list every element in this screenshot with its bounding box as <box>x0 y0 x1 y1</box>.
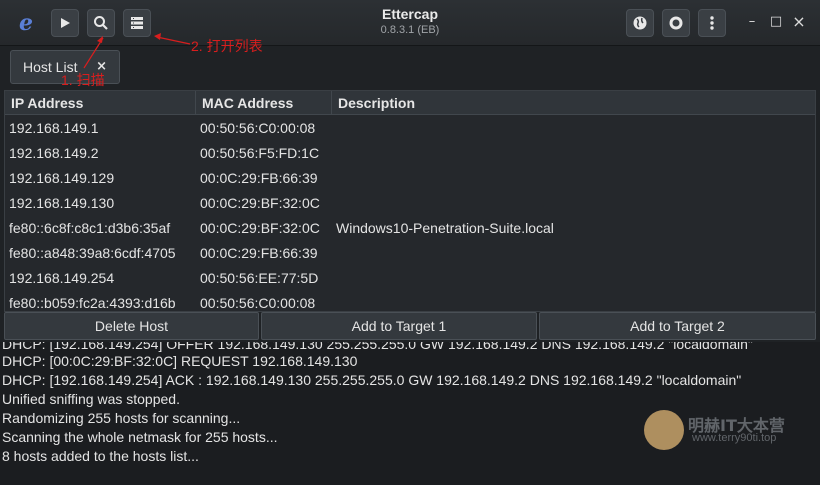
add-to-target-1-button[interactable]: Add to Target 1 <box>261 312 537 340</box>
column-ip-address[interactable]: IP Address <box>5 91 196 115</box>
table-row[interactable]: fe80::6c8f:c8c1:d3b6:35af 00:0C:29:BF:32… <box>5 216 815 241</box>
table-row[interactable]: 192.168.149.130 00:0C:29:BF:32:0C <box>5 191 815 216</box>
host-list-icon <box>131 17 143 29</box>
table-row[interactable]: 192.168.149.2 00:50:56:F5:FD:1C <box>5 141 815 166</box>
add-to-target-2-button[interactable]: Add to Target 2 <box>539 312 816 340</box>
window-version: 0.8.3.1 (EB) <box>380 24 440 36</box>
cell-mac: 00:0C:29:FB:66:39 <box>200 245 318 261</box>
cell-ip: 192.168.149.130 <box>9 195 115 211</box>
column-description[interactable]: Description <box>332 91 815 115</box>
scan-hosts-button[interactable] <box>87 9 115 37</box>
cell-description <box>332 141 815 166</box>
cell-ip: 192.168.149.2 <box>9 145 99 161</box>
doge-logo-icon <box>644 410 684 450</box>
delete-host-button[interactable]: Delete Host <box>4 312 259 340</box>
cell-ip: 192.168.149.254 <box>9 270 115 286</box>
mitm-menu-button[interactable] <box>626 9 654 37</box>
cell-description <box>332 266 815 291</box>
log-line: DHCP: [00:0C:29:BF:32:0C] REQUEST 192.16… <box>2 353 358 369</box>
log-line: Randomizing 255 hosts for scanning... <box>2 410 241 426</box>
cell-mac: 00:50:56:C0:00:08 <box>200 120 316 136</box>
log-line: Scanning the whole netmask for 255 hosts… <box>2 429 278 445</box>
play-icon <box>61 18 70 28</box>
table-row[interactable]: 192.168.149.129 00:0C:29:FB:66:39 <box>5 166 815 191</box>
annotation-scan: 1. 扫描 <box>61 72 105 88</box>
cell-description: Windows10-Penetration-Suite.local <box>336 220 554 236</box>
host-list-button[interactable] <box>123 9 151 37</box>
cell-mac: 00:0C:29:BF:32:0C <box>200 195 320 211</box>
watermark: 明赫IT大本营 www.terry90ti.top <box>644 410 814 450</box>
cell-ip: fe80::b059:fc2a:4393:d16b <box>9 295 176 311</box>
annotation-open-list: 2. 打开列表 <box>191 38 263 54</box>
cell-description <box>332 291 815 311</box>
table-row[interactable]: 192.168.149.1 00:50:56:C0:00:08 <box>5 116 815 141</box>
title-bar: e Ettercap 0.8.3.1 (EB) – □ × <box>0 0 820 46</box>
globe-icon <box>633 16 647 30</box>
cell-ip: 192.168.149.1 <box>9 120 99 136</box>
cell-mac: 00:0C:29:BF:32:0C <box>200 220 320 236</box>
cell-description <box>332 116 815 141</box>
host-table: IP Address MAC Address Description 192.1… <box>4 90 816 312</box>
stop-button[interactable] <box>662 9 690 37</box>
cell-ip: fe80::a848:39a8:6cdf:4705 <box>9 245 176 261</box>
log-line: DHCP: [192.168.149.254] ACK : 192.168.14… <box>2 372 742 388</box>
minimize-button[interactable]: – <box>744 14 760 30</box>
window-title: Ettercap <box>381 6 439 22</box>
table-header: IP Address MAC Address Description <box>5 91 815 115</box>
cell-description <box>332 191 815 216</box>
close-window-button[interactable]: × <box>791 14 807 30</box>
watermark-url: www.terry90ti.top <box>692 432 777 444</box>
cell-mac: 00:0C:29:FB:66:39 <box>200 170 318 186</box>
column-mac-address[interactable]: MAC Address <box>196 91 332 115</box>
cell-ip: 192.168.149.129 <box>9 170 115 186</box>
cell-mac: 00:50:56:C0:00:08 <box>200 295 316 311</box>
table-row[interactable]: fe80::a848:39a8:6cdf:4705 00:0C:29:FB:66… <box>5 241 815 266</box>
window-title-area: Ettercap 0.8.3.1 (EB) <box>300 6 520 36</box>
table-row[interactable]: fe80::b059:fc2a:4393:d16b 00:50:56:C0:00… <box>5 291 815 311</box>
cell-ip: fe80::6c8f:c8c1:d3b6:35af <box>9 220 171 236</box>
table-row[interactable]: 192.168.149.254 00:50:56:EE:77:5D <box>5 266 815 291</box>
cell-mac: 00:50:56:EE:77:5D <box>200 270 319 286</box>
cell-mac: 00:50:56:F5:FD:1C <box>200 145 320 161</box>
start-sniffing-button[interactable] <box>51 9 79 37</box>
maximize-button[interactable]: □ <box>768 14 784 30</box>
search-icon <box>94 16 108 30</box>
log-line: Unified sniffing was stopped. <box>2 391 180 407</box>
tab-bar: Host List × <box>0 46 820 88</box>
log-line: 8 hosts added to the hosts list... <box>2 448 199 464</box>
cell-description <box>332 241 815 266</box>
record-icon <box>669 16 683 30</box>
ettercap-logo-icon: e <box>19 10 33 36</box>
cell-description <box>332 166 815 191</box>
main-menu-button[interactable] <box>698 9 726 37</box>
menu-icon <box>710 16 714 30</box>
